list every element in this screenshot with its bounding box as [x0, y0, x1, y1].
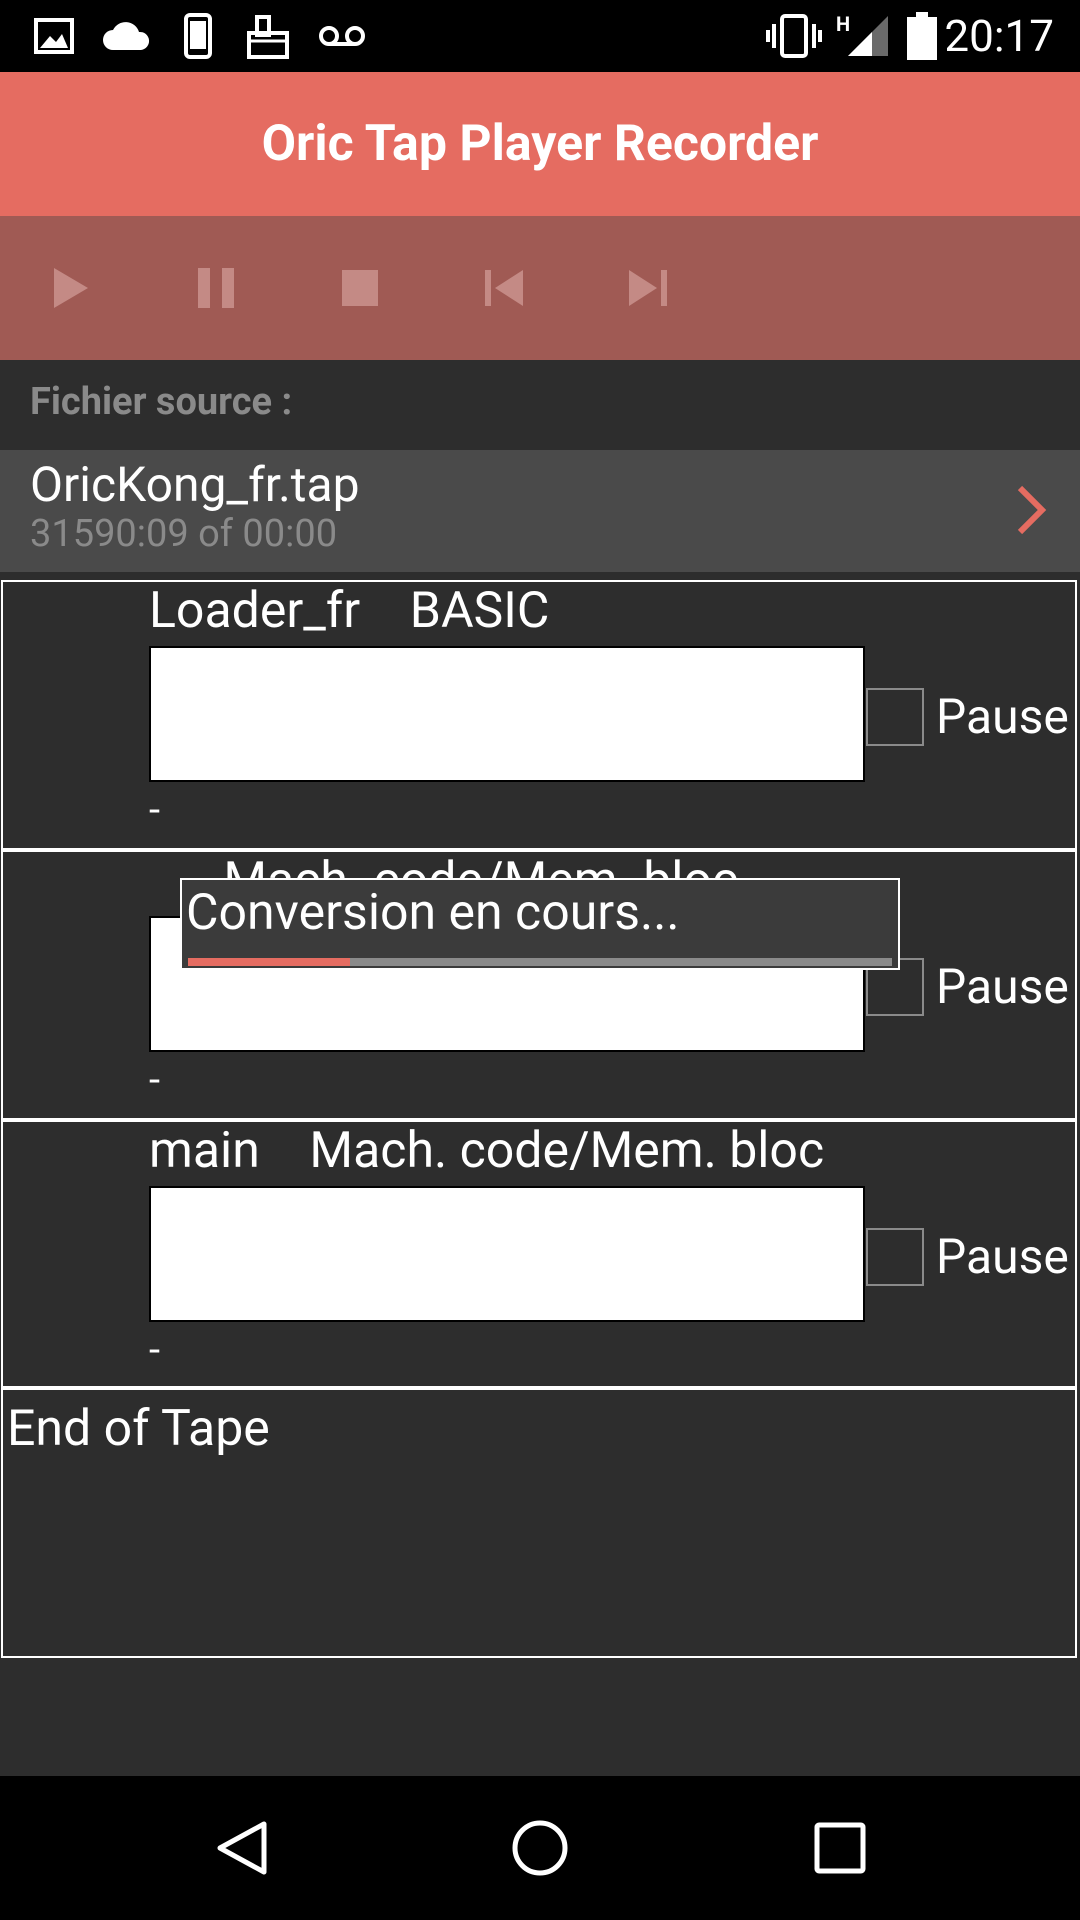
navigation-bar: [0, 1776, 1080, 1920]
recents-button[interactable]: [804, 1812, 876, 1884]
voicemail-icon: [316, 0, 368, 72]
app-title: Oric Tap Player Recorder: [261, 115, 819, 173]
file-time: 31590:09 of 00:00: [30, 512, 338, 556]
battery-icon: [904, 0, 940, 72]
tape-block: Loader_fr BASIC - Pause: [1, 580, 1077, 850]
progress-fill: [188, 958, 350, 966]
next-button[interactable]: [612, 252, 684, 324]
block-status: -: [149, 1326, 161, 1373]
end-of-tape-label: End of Tape: [7, 1400, 270, 1458]
home-button[interactable]: [504, 1812, 576, 1884]
chevron-right-icon: [1017, 485, 1047, 535]
skip-previous-icon: [485, 270, 523, 306]
source-file-label: Fichier source :: [30, 380, 293, 424]
block-content-box: [149, 1186, 865, 1322]
pause-label: Pause: [936, 688, 1069, 745]
tape-block: main Mach. code/Mem. bloc - Pause: [1, 1120, 1077, 1388]
image-icon: [30, 0, 78, 72]
block-title: main Mach. code/Mem. bloc: [149, 1122, 825, 1180]
progress-bar: [188, 958, 892, 966]
back-button[interactable]: [206, 1812, 278, 1884]
pause-checkbox[interactable]: [866, 1228, 924, 1286]
dialog-message: Conversion en cours...: [186, 884, 680, 942]
pause-checkbox[interactable]: [866, 688, 924, 746]
block-status: -: [149, 786, 161, 833]
progress-dialog: Conversion en cours...: [180, 878, 900, 970]
skip-next-icon: [629, 270, 667, 306]
source-file-row[interactable]: OricKong_fr.tap 31590:09 of 00:00: [0, 450, 1080, 572]
clock: 20:17: [944, 10, 1054, 62]
pause-button[interactable]: [180, 252, 252, 324]
play-button[interactable]: [34, 252, 106, 324]
block-title: Loader_fr BASIC: [149, 582, 550, 640]
stop-button[interactable]: [324, 252, 396, 324]
block-status: -: [149, 1056, 161, 1103]
file-name: OricKong_fr.tap: [30, 456, 360, 513]
block-content-box: [149, 646, 865, 782]
signal-icon: H: [832, 0, 890, 72]
home-icon: [512, 1820, 568, 1876]
recents-icon: [814, 1822, 866, 1874]
app-bar: Oric Tap Player Recorder: [0, 72, 1080, 216]
pause-label: Pause: [936, 958, 1069, 1015]
status-bar: H 20:17: [0, 0, 1080, 72]
vibrate-icon: [764, 0, 824, 72]
phone-icon: [178, 0, 218, 72]
stop-icon: [342, 270, 378, 306]
end-of-tape-block: End of Tape: [1, 1388, 1077, 1658]
pause-icon: [198, 268, 234, 308]
previous-button[interactable]: [468, 252, 540, 324]
play-icon: [54, 268, 88, 308]
paint-icon: [244, 0, 292, 72]
pause-label: Pause: [936, 1228, 1069, 1285]
transport-bar: [0, 216, 1080, 360]
back-icon: [217, 1821, 267, 1875]
cloud-icon: [98, 0, 154, 72]
